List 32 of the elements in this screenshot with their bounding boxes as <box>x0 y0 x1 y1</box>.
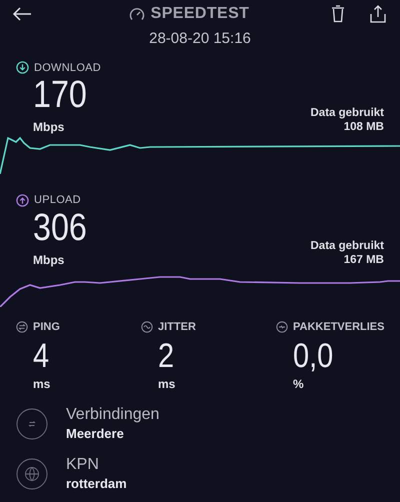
speed-value: 170 <box>33 76 87 114</box>
data-used-value: 108 MB <box>344 120 384 134</box>
app-title: SPEEDTEST <box>150 4 250 24</box>
test-label: UPLOAD <box>34 193 81 208</box>
test-label: DOWNLOAD <box>34 60 101 76</box>
globe-icon <box>16 458 48 490</box>
speed-unit: Mbps <box>33 252 66 266</box>
metric-unit: % <box>292 377 305 391</box>
pulse-icon <box>276 320 288 333</box>
data-used-label: Data gebruikt <box>310 106 384 120</box>
info-value: Meerdere <box>66 425 125 443</box>
test-date: 28-08-20 15:16 <box>149 29 251 49</box>
info-title: Verbindingen <box>66 405 160 425</box>
data-used-value: 167 MB <box>344 252 384 266</box>
metric-value: 0,0 <box>293 339 334 373</box>
metric-label: PAKKETVERLIES <box>293 320 384 334</box>
metric-unit: ms <box>32 377 52 391</box>
metric-value: 4 <box>33 339 50 373</box>
speed-unit: Mbps <box>33 120 66 134</box>
speed-value: 306 <box>33 208 87 246</box>
info-value: rotterdam <box>66 475 127 493</box>
share-button[interactable] <box>368 3 388 25</box>
speedometer-icon <box>128 7 145 21</box>
data-used-label: Data gebruikt <box>310 238 384 252</box>
arrows-icon <box>16 320 28 333</box>
metric-unit: ms <box>157 377 176 391</box>
wave-icon <box>141 320 153 333</box>
metric-label: JITTER <box>158 320 196 334</box>
arrows-icon <box>16 408 48 440</box>
info-title: KPN <box>66 455 100 475</box>
metric-value: 2 <box>158 339 174 373</box>
metric-label: PING <box>33 320 60 334</box>
